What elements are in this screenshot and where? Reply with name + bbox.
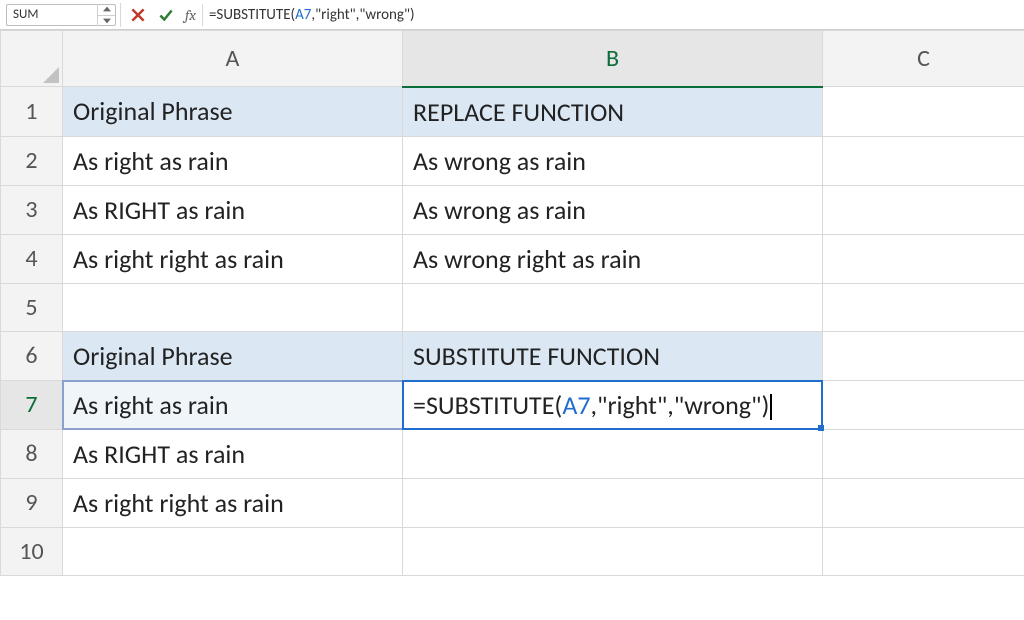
- spreadsheet-grid: A B C 1 Original Phrase REPLACE FUNCTION…: [0, 30, 1024, 576]
- cell-B7[interactable]: =SUBSTITUTE(A7,"right","wrong"): [403, 380, 823, 429]
- row-header-10[interactable]: 10: [1, 527, 63, 575]
- cell-A8[interactable]: As RIGHT as rain: [63, 429, 403, 478]
- cell-C1[interactable]: [823, 87, 1024, 137]
- cell-C3[interactable]: [823, 185, 1024, 234]
- cell-A9[interactable]: As right right as rain: [63, 478, 403, 527]
- name-box-step-down[interactable]: [98, 15, 115, 26]
- cell-A4[interactable]: As right right as rain: [63, 234, 403, 283]
- cell-B4[interactable]: As wrong right as rain: [403, 234, 823, 283]
- row-header-6[interactable]: 6: [1, 331, 63, 380]
- cell-B3[interactable]: As wrong as rain: [403, 185, 823, 234]
- divider: [120, 3, 121, 27]
- formula-bar: SUM fx =SUBSTITUTE(A7,"right","wrong"): [0, 0, 1024, 30]
- cell-B5[interactable]: [403, 283, 823, 331]
- cell-C8[interactable]: [823, 429, 1024, 478]
- cell-C4[interactable]: [823, 234, 1024, 283]
- cell-B9[interactable]: [403, 478, 823, 527]
- cell-C2[interactable]: [823, 136, 1024, 185]
- formula-text-suffix: ,"right","wrong"): [311, 6, 414, 24]
- name-box-step-up[interactable]: [98, 4, 115, 15]
- cell-C7[interactable]: [823, 380, 1024, 429]
- row-header-7[interactable]: 7: [1, 380, 63, 429]
- row-header-8[interactable]: 8: [1, 429, 63, 478]
- cell-A1[interactable]: Original Phrase: [63, 87, 403, 137]
- formula-text-ref: A7: [295, 6, 311, 24]
- select-all-corner[interactable]: [1, 31, 63, 87]
- cell-A7-value: As right as rain: [73, 389, 228, 421]
- cell-C5[interactable]: [823, 283, 1024, 331]
- formula-input[interactable]: =SUBSTITUTE(A7,"right","wrong"): [202, 4, 1024, 26]
- cell-B1[interactable]: REPLACE FUNCTION: [403, 87, 823, 137]
- col-header-B[interactable]: B: [403, 31, 823, 87]
- name-box[interactable]: SUM: [6, 4, 116, 26]
- cell-C10[interactable]: [823, 527, 1024, 575]
- name-box-value: SUM: [7, 7, 97, 22]
- cell-A5[interactable]: [63, 283, 403, 331]
- row-header-4[interactable]: 4: [1, 234, 63, 283]
- cell-C6[interactable]: [823, 331, 1024, 380]
- cell-A2[interactable]: As right as rain: [63, 136, 403, 185]
- fx-icon[interactable]: fx: [185, 6, 196, 24]
- cell-A6[interactable]: Original Phrase: [63, 331, 403, 380]
- row-header-2[interactable]: 2: [1, 136, 63, 185]
- row-header-9[interactable]: 9: [1, 478, 63, 527]
- cell-B8[interactable]: [403, 429, 823, 478]
- cell-B7-formula: =SUBSTITUTE(A7,"right","wrong"): [413, 389, 772, 421]
- cell-A7[interactable]: As right as rain: [63, 380, 403, 429]
- enter-check-icon[interactable]: [157, 6, 175, 24]
- formula-text-prefix: =SUBSTITUTE(: [209, 6, 295, 24]
- row-header-3[interactable]: 3: [1, 185, 63, 234]
- row-header-1[interactable]: 1: [1, 87, 63, 137]
- cancel-icon[interactable]: [129, 6, 147, 24]
- cell-A3[interactable]: As RIGHT as rain: [63, 185, 403, 234]
- cell-C9[interactable]: [823, 478, 1024, 527]
- formula-controls: fx: [129, 6, 196, 24]
- spreadsheet-app: SUM fx =SUBSTITUTE(A7,"right","wrong"): [0, 0, 1024, 620]
- row-header-5[interactable]: 5: [1, 283, 63, 331]
- col-header-C[interactable]: C: [823, 31, 1024, 87]
- cell-A10[interactable]: [63, 527, 403, 575]
- text-caret: [770, 394, 772, 420]
- col-header-A[interactable]: A: [63, 31, 403, 87]
- cell-B10[interactable]: [403, 527, 823, 575]
- cell-B6[interactable]: SUBSTITUTE FUNCTION: [403, 331, 823, 380]
- name-box-stepper: [97, 4, 115, 26]
- cell-B2[interactable]: As wrong as rain: [403, 136, 823, 185]
